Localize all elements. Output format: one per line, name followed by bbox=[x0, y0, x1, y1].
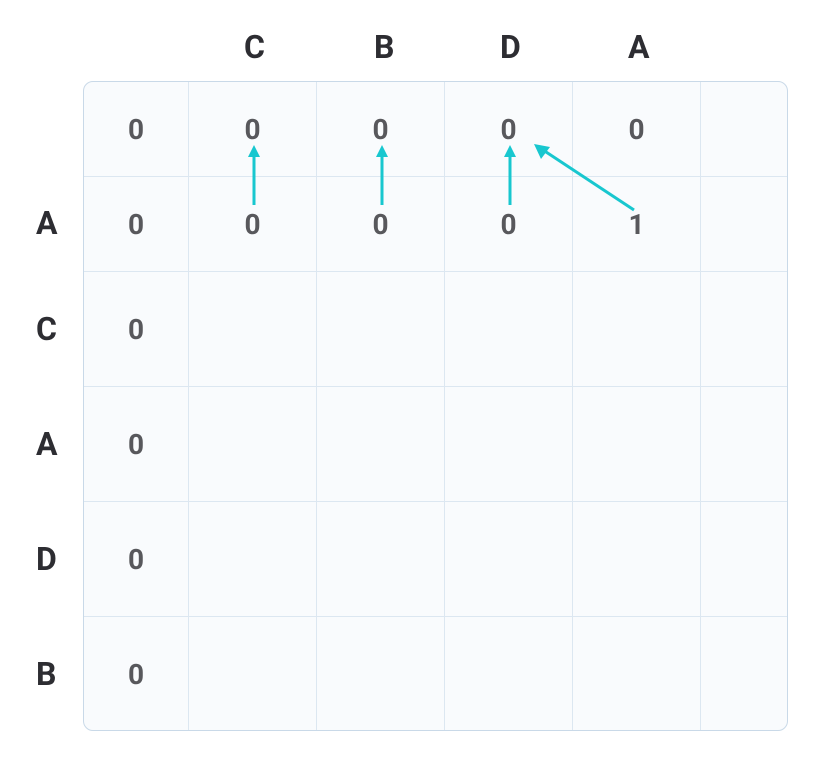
cell-r3c0: 0 bbox=[84, 387, 189, 502]
cell-r5c2 bbox=[317, 617, 445, 731]
cell-r1c2: 0 bbox=[317, 177, 445, 272]
cell-r4c3 bbox=[445, 502, 573, 617]
cell-r1c4: 1 bbox=[573, 177, 701, 272]
row-header-1: C bbox=[36, 310, 57, 348]
cell-r4c5 bbox=[701, 502, 788, 617]
cell-r4c4 bbox=[573, 502, 701, 617]
cell-r3c5 bbox=[701, 387, 788, 502]
cell-r1c0: 0 bbox=[84, 177, 189, 272]
cell-r0c1: 0 bbox=[189, 82, 317, 177]
col-header-1: B bbox=[374, 28, 394, 66]
row-header-4: B bbox=[36, 655, 56, 693]
cell-r1c5 bbox=[701, 177, 788, 272]
cell-r2c0: 0 bbox=[84, 272, 189, 387]
cell-r2c5 bbox=[701, 272, 788, 387]
col-header-0: C bbox=[244, 28, 265, 66]
cell-r3c3 bbox=[445, 387, 573, 502]
cell-r2c2 bbox=[317, 272, 445, 387]
row-header-0: A bbox=[36, 204, 58, 242]
cell-r3c4 bbox=[573, 387, 701, 502]
cell-r0c3: 0 bbox=[445, 82, 573, 177]
cell-r2c3 bbox=[445, 272, 573, 387]
col-header-3: A bbox=[628, 28, 650, 66]
cell-r1c3: 0 bbox=[445, 177, 573, 272]
cell-r5c5 bbox=[701, 617, 788, 731]
cell-r4c1 bbox=[189, 502, 317, 617]
cell-r2c4 bbox=[573, 272, 701, 387]
cell-r4c0: 0 bbox=[84, 502, 189, 617]
dp-table-diagram: C B D A A C A D B 0 0 0 0 0 0 0 0 0 1 0 … bbox=[0, 0, 828, 762]
cell-r4c2 bbox=[317, 502, 445, 617]
cell-r3c1 bbox=[189, 387, 317, 502]
cell-r5c1 bbox=[189, 617, 317, 731]
col-header-2: D bbox=[500, 28, 521, 66]
dp-grid: 0 0 0 0 0 0 0 0 0 1 0 0 0 0 bbox=[83, 81, 788, 731]
row-header-3: D bbox=[36, 540, 57, 578]
cell-r0c4: 0 bbox=[573, 82, 701, 177]
cell-r0c2: 0 bbox=[317, 82, 445, 177]
cell-r5c4 bbox=[573, 617, 701, 731]
cell-r0c0: 0 bbox=[84, 82, 189, 177]
cell-r5c3 bbox=[445, 617, 573, 731]
cell-r1c1: 0 bbox=[189, 177, 317, 272]
row-header-2: A bbox=[36, 425, 58, 463]
cell-r5c0: 0 bbox=[84, 617, 189, 731]
cell-r3c2 bbox=[317, 387, 445, 502]
cell-r2c1 bbox=[189, 272, 317, 387]
cell-r0c5 bbox=[701, 82, 788, 177]
